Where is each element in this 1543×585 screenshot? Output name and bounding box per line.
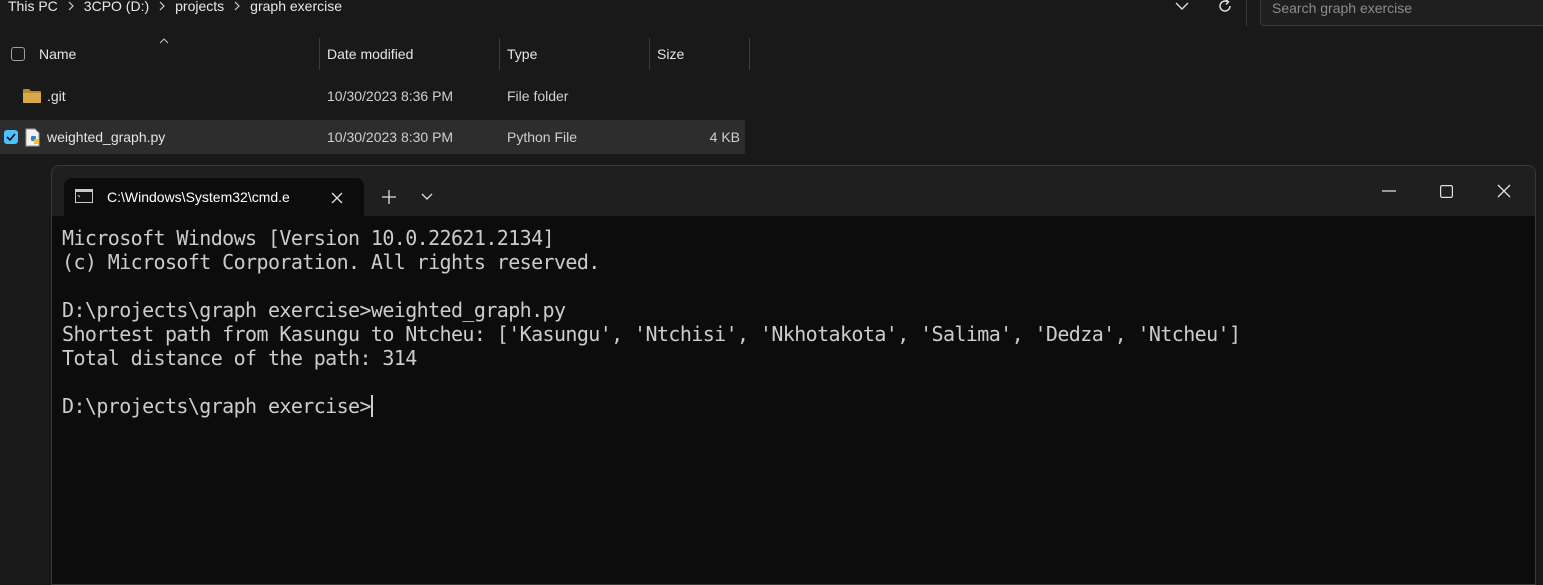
row-checkbox-checked[interactable] [4,130,18,144]
console-line: Microsoft Windows [Version 10.0.22621.21… [62,226,555,250]
refresh-button[interactable] [1211,0,1239,20]
file-date: 10/30/2023 8:30 PM [327,129,454,145]
terminal-tab[interactable]: C:\Windows\System32\cmd.e [64,178,364,216]
chevron-right-icon[interactable] [68,0,74,20]
maximize-icon [1439,184,1453,198]
folder-icon [23,89,41,103]
column-separator[interactable] [499,38,500,70]
file-row-selected[interactable]: weighted_graph.py 10/30/2023 8:30 PM Pyt… [0,120,745,154]
console-line: ​ [62,370,1522,394]
new-tab-button[interactable] [378,186,400,208]
sort-ascending-icon [159,38,169,44]
terminal-window[interactable]: C:\Windows\System32\cmd.e Microsoft Wind… [51,165,1536,585]
search-box[interactable] [1260,0,1543,26]
address-history-button[interactable] [1168,0,1196,20]
file-type: File folder [507,88,569,104]
close-window-button[interactable] [1482,178,1526,204]
minimize-icon [1382,190,1396,192]
console-output[interactable]: Microsoft Windows [Version 10.0.22621.21… [62,226,1522,418]
console-line: Shortest path from Kasungu to Ntcheu: ['… [62,322,1241,346]
breadcrumb-projects[interactable]: projects [175,0,224,14]
breadcrumb-drive[interactable]: 3CPO (D:) [84,0,149,14]
maximize-button[interactable] [1424,178,1468,204]
plus-icon [382,190,396,204]
column-header-type[interactable]: Type [507,38,537,70]
console-line: Total distance of the path: 314 [62,346,417,370]
breadcrumb-graph-exercise[interactable]: graph exercise [250,0,342,14]
terminal-tab-title: C:\Windows\System32\cmd.e [107,189,290,205]
breadcrumb-this-pc[interactable]: This PC [8,0,58,14]
close-icon [1497,184,1511,198]
file-row[interactable]: .git 10/30/2023 8:36 PM File folder [0,79,745,113]
text-cursor [370,395,373,417]
search-input[interactable] [1270,0,1534,17]
chevron-down-icon [421,193,433,200]
select-all-checkbox[interactable] [11,47,25,61]
column-header-name[interactable]: Name [39,38,76,70]
console-prompt: D:\projects\graph exercise> [62,394,372,418]
chevron-right-icon[interactable] [159,0,165,20]
address-divider [1246,0,1247,26]
file-type: Python File [507,129,578,145]
chevron-right-icon[interactable] [234,0,241,20]
console-line: (c) Microsoft Corporation. All rights re… [62,250,600,274]
column-header-date-modified[interactable]: Date modified [327,38,413,70]
column-separator[interactable] [749,38,750,70]
breadcrumb: This PC 3CPO (D:) projects graph exercis… [8,0,342,20]
file-name: .git [47,88,66,104]
cmd-icon [75,189,93,203]
column-separator[interactable] [649,38,650,70]
file-date: 10/30/2023 8:36 PM [327,88,454,104]
tab-dropdown-button[interactable] [416,186,438,208]
console-line: D:\projects\graph exercise>weighted_grap… [62,298,566,322]
chevron-down-icon [1175,2,1189,10]
console-prompt-line[interactable]: D:\projects\graph exercise> [62,394,1522,418]
terminal-titlebar[interactable]: C:\Windows\System32\cmd.e [52,166,1535,216]
close-tab-button[interactable] [326,187,348,209]
console-line: ​ [62,274,1522,298]
minimize-button[interactable] [1367,178,1411,204]
file-name: weighted_graph.py [47,129,166,145]
checkmark-icon [6,133,16,142]
column-separator[interactable] [319,38,320,70]
file-size: 4 KB [709,129,740,145]
python-file-icon [25,128,40,147]
column-header-size[interactable]: Size [657,38,684,70]
close-icon [331,192,343,204]
refresh-icon [1219,0,1231,12]
address-bar[interactable]: This PC 3CPO (D:) projects graph exercis… [0,0,1246,20]
